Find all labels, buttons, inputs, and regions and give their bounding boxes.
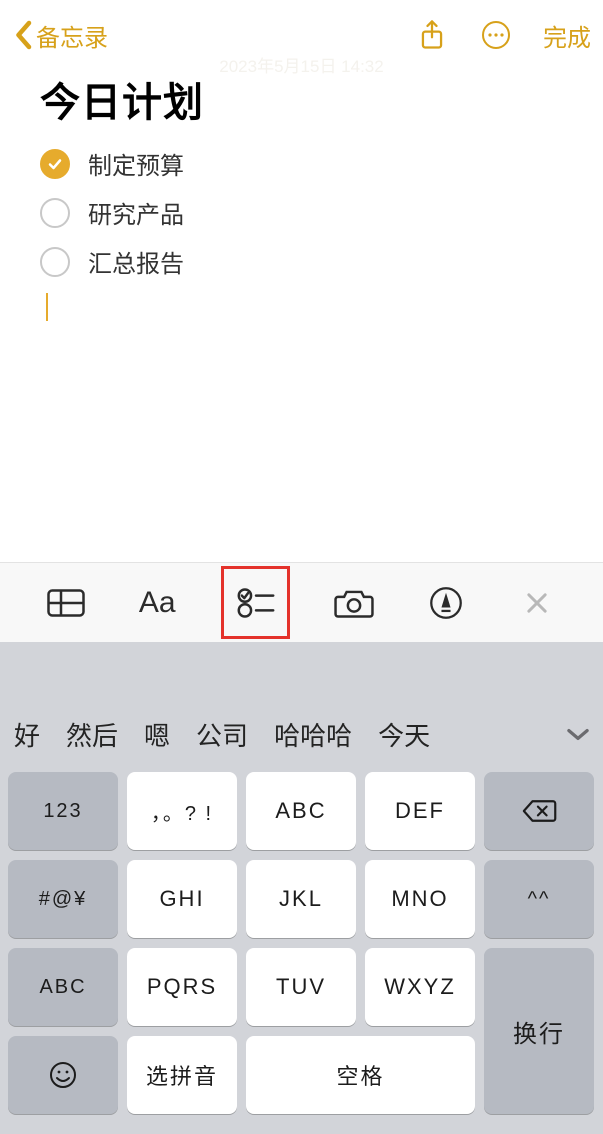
key-ghi[interactable]: GHI [127, 860, 237, 938]
checkbox-icon[interactable] [40, 247, 70, 277]
share-icon [418, 18, 446, 52]
suggestion-item[interactable]: 然后 [66, 716, 118, 753]
key-def[interactable]: DEF [365, 772, 475, 850]
suggestions-expand-button[interactable] [565, 719, 591, 750]
close-icon [523, 589, 551, 617]
key-123[interactable]: 123 [8, 772, 118, 850]
table-icon [46, 588, 86, 618]
emoji-icon [48, 1060, 78, 1090]
checklist-item-text[interactable]: 制定预算 [88, 146, 184, 181]
key-wxyz[interactable]: WXYZ [365, 948, 475, 1026]
format-toolbar: Aa [0, 562, 603, 642]
checklist-item[interactable]: 研究产品 [40, 195, 563, 230]
suggestion-item[interactable]: 今天 [378, 716, 430, 753]
checklist-item[interactable]: 汇总报告 [40, 244, 563, 279]
keyboard: 好然后嗯公司哈哈哈今天 123，。? !ABCDEF#@¥GHIJKLMNO^^… [0, 642, 603, 1134]
key-tuv[interactable]: TUV [246, 948, 356, 1026]
chevron-left-icon [12, 20, 34, 50]
checklist-item-text[interactable]: 研究产品 [88, 195, 184, 230]
checklist-button[interactable] [228, 575, 283, 630]
back-label: 备忘录 [36, 18, 108, 53]
key-space[interactable]: 空格 [246, 1036, 475, 1114]
suggestion-bar: 好然后嗯公司哈哈哈今天 [0, 704, 603, 764]
key-enter[interactable]: 换行 [484, 948, 594, 1114]
checkbox-checked-icon[interactable] [40, 149, 70, 179]
table-button[interactable] [38, 575, 93, 630]
highlight-box [221, 566, 290, 639]
key-pqrs[interactable]: PQRS [127, 948, 237, 1026]
key-jkl[interactable]: JKL [246, 860, 356, 938]
suggestion-item[interactable]: 公司 [196, 716, 248, 753]
note-body[interactable]: 今日计划 制定预算研究产品汇总报告 [0, 52, 603, 562]
done-button[interactable]: 完成 [543, 18, 591, 53]
suggestion-item[interactable]: 嗯 [144, 716, 170, 753]
text-cursor [46, 293, 48, 321]
checkbox-icon[interactable] [40, 198, 70, 228]
chevron-down-icon [565, 727, 591, 743]
share-button[interactable] [415, 18, 449, 52]
camera-button[interactable] [327, 575, 382, 630]
text-format-button[interactable]: Aa [130, 575, 185, 630]
key-switch-abc[interactable]: ABC [8, 948, 118, 1026]
ellipsis-circle-icon [481, 20, 511, 50]
key-pinyin[interactable]: 选拼音 [127, 1036, 237, 1114]
checklist-item-text[interactable]: 汇总报告 [88, 244, 184, 279]
back-button[interactable]: 备忘录 [12, 18, 108, 53]
dismiss-toolbar-button[interactable] [510, 575, 565, 630]
key-symbols[interactable]: #@¥ [8, 860, 118, 938]
suggestion-item[interactable]: 哈哈哈 [274, 716, 352, 753]
markup-icon [429, 586, 463, 620]
note-title[interactable]: 今日计划 [40, 70, 563, 128]
key-emoji[interactable] [8, 1036, 118, 1114]
key-mno[interactable]: MNO [365, 860, 475, 938]
key-abc[interactable]: ABC [246, 772, 356, 850]
camera-icon [333, 587, 375, 619]
key-backspace[interactable] [484, 772, 594, 850]
markup-button[interactable] [418, 575, 473, 630]
key-punct[interactable]: ，。? ! [127, 772, 237, 850]
checklist-icon [236, 587, 276, 619]
more-button[interactable] [479, 18, 513, 52]
backspace-icon [520, 798, 558, 824]
key-kaomoji[interactable]: ^^ [484, 860, 594, 938]
suggestion-item[interactable]: 好 [14, 716, 40, 753]
checklist-item[interactable]: 制定预算 [40, 146, 563, 181]
